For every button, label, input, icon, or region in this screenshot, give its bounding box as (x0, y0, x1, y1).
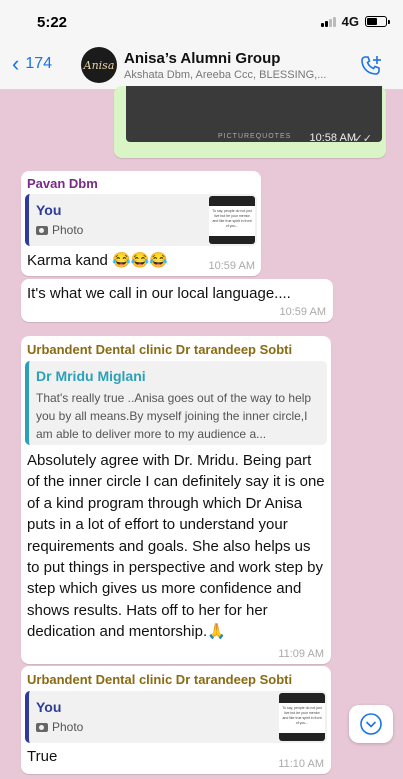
message-time: 10:58 AM (309, 132, 356, 144)
quoted-sender: Dr Mridu Miglani (36, 368, 146, 384)
quoted-thumbnail: To say, people do not just live but be y… (279, 693, 325, 741)
status-bar: 5:22 4G (0, 0, 403, 42)
avatar-logo-text: Anisa (83, 58, 115, 72)
chevron-left-icon: ‹ (12, 51, 20, 76)
message-text: Karma kand 😂😂😂 (27, 252, 169, 269)
quoted-photo-label: Photo (36, 720, 83, 734)
battery-icon (365, 16, 390, 27)
back-button[interactable]: ‹ 174 (12, 51, 53, 76)
image-watermark: PICTUREQUOTES (218, 133, 292, 140)
scroll-to-bottom-button[interactable] (349, 705, 393, 743)
read-ticks-icon: ✓✓ (353, 133, 372, 145)
quoted-reply[interactable]: Dr Mridu Miglani That's really true ..An… (25, 361, 327, 445)
quoted-sender: You (36, 202, 62, 218)
chat-header: ‹ 174 Anisa Anisa’s Alumni Group Akshata… (0, 42, 403, 90)
message-text: It's what we call in our local language.… (27, 285, 291, 302)
message-time: 11:09 AM (278, 648, 324, 660)
group-avatar[interactable]: Anisa (81, 47, 117, 83)
group-members[interactable]: Akshata Dbm, Areeba Ccc, BLESSING,... (124, 69, 344, 81)
add-call-icon[interactable] (359, 54, 383, 78)
message-text: Absolutely agree with Dr. Mridu. Being p… (27, 452, 325, 641)
sender-name[interactable]: Urbandent Dental clinic Dr tarandeep Sob… (27, 342, 292, 357)
quoted-photo-label: Photo (36, 223, 83, 237)
chat-area[interactable]: PICTUREQUOTES 10:58 AM ✓✓ Pavan Dbm You … (0, 86, 403, 779)
chevron-down-circle-icon (360, 713, 382, 735)
message-bubble[interactable]: It's what we call in our local language.… (21, 279, 333, 322)
quoted-reply[interactable]: You Photo To say, people do not just liv… (25, 194, 257, 246)
message-time: 10:59 AM (208, 260, 255, 272)
message-time: 11:10 AM (278, 758, 324, 770)
message-text: True (27, 748, 58, 765)
sender-name[interactable]: Pavan Dbm (27, 176, 98, 191)
message-bubble[interactable]: Urbandent Dental clinic Dr tarandeep Sob… (21, 666, 331, 774)
message-bubble[interactable]: Pavan Dbm You Photo To say, people do no… (21, 171, 261, 276)
quoted-thumbnail: To say, people do not just live but be y… (209, 196, 255, 244)
camera-icon (36, 225, 48, 235)
sender-name[interactable]: Urbandent Dental clinic Dr tarandeep Sob… (27, 672, 292, 687)
image-message[interactable]: PICTUREQUOTES 10:58 AM ✓✓ (114, 86, 386, 158)
message-bubble[interactable]: Urbandent Dental clinic Dr tarandeep Sob… (21, 336, 331, 664)
signal-icon (320, 16, 336, 27)
message-time: 10:59 AM (279, 306, 326, 318)
camera-icon (36, 722, 48, 732)
quoted-reply[interactable]: You Photo To say, people do not just liv… (25, 691, 327, 743)
quoted-sender: You (36, 699, 62, 715)
back-count: 174 (25, 55, 53, 72)
status-indicators: 4G (320, 14, 390, 29)
group-title[interactable]: Anisa’s Alumni Group (124, 50, 280, 67)
quoted-text: That's really true ..Anisa goes out of t… (36, 391, 312, 441)
status-time: 5:22 (37, 14, 68, 31)
network-label: 4G (341, 14, 359, 29)
